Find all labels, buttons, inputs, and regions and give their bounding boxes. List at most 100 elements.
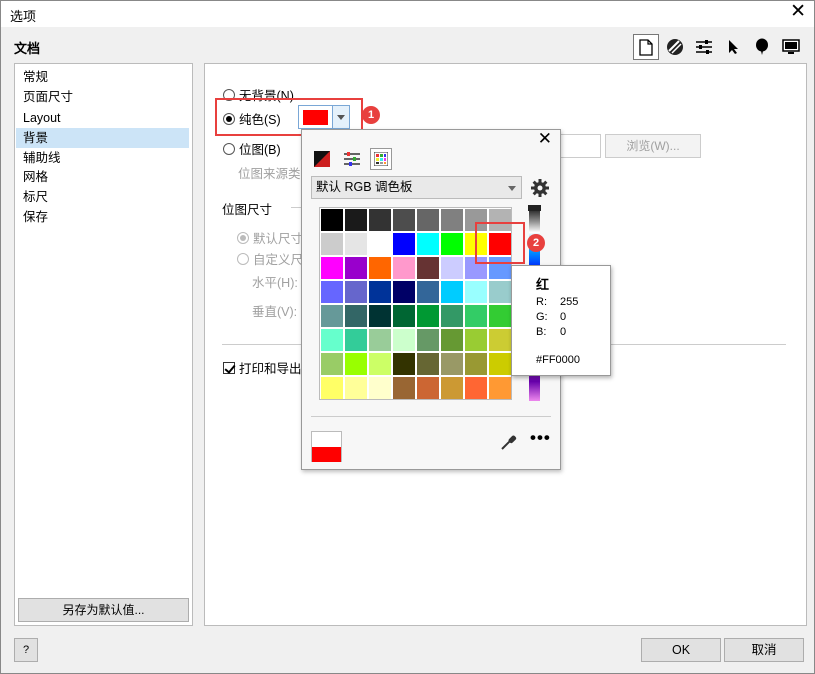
color-swatch[interactable] [489,281,511,303]
color-swatch[interactable] [417,281,439,303]
color-swatch[interactable] [441,305,463,327]
pointer-icon[interactable] [720,34,746,60]
color-swatch[interactable] [321,329,343,351]
window-close-icon[interactable]: ✕ [790,2,806,22]
color-swatch[interactable] [441,353,463,375]
color-swatch[interactable] [417,377,439,399]
color-swatch[interactable] [321,305,343,327]
color-swatch[interactable] [369,209,391,231]
sidebar-item-layout[interactable]: Layout [16,108,189,128]
tooltip-b-label: B: [536,326,547,338]
color-swatch[interactable] [393,329,415,351]
color-swatch[interactable] [345,281,367,303]
sliders-icon[interactable] [691,34,717,60]
color-swatch[interactable] [345,209,367,231]
color-swatch[interactable] [417,233,439,255]
sidebar-item-grid[interactable]: 网格 [16,167,189,187]
sidebar-item-page-size[interactable]: 页面尺寸 [16,87,189,107]
document-icon[interactable] [633,34,659,60]
bitmap-label: 位图(B) [239,143,281,157]
color-swatch[interactable] [465,281,487,303]
globe-icon[interactable] [662,34,688,60]
color-swatch[interactable] [369,233,391,255]
color-swatch[interactable] [465,377,487,399]
color-swatch[interactable] [369,377,391,399]
color-swatch[interactable] [345,377,367,399]
palette-select[interactable]: 默认 RGB 调色板 [311,176,522,199]
color-swatch[interactable] [345,233,367,255]
color-swatch[interactable] [345,329,367,351]
bitmap-path-field [557,134,601,158]
color-swatch[interactable] [321,353,343,375]
color-swatch[interactable] [417,209,439,231]
color-swatch[interactable] [393,305,415,327]
ok-button[interactable]: OK [641,638,721,662]
color-swatch[interactable] [345,353,367,375]
color-swatch[interactable] [489,353,511,375]
sidebar-item-save[interactable]: 保存 [16,207,189,227]
save-as-default-button[interactable]: 另存为默认值... [18,598,189,622]
cancel-button[interactable]: 取消 [724,638,804,662]
color-swatch[interactable] [369,281,391,303]
color-palette-tab-icon[interactable] [370,148,392,170]
color-swatch[interactable] [369,329,391,351]
sidebar-item-guidelines[interactable]: 辅助线 [16,148,189,168]
color-swatch[interactable] [321,281,343,303]
bitmap-option[interactable]: 位图(B) [223,139,281,158]
default-size-option: 默认尺寸 [237,228,303,247]
color-swatch[interactable] [369,353,391,375]
color-swatch[interactable] [441,209,463,231]
color-swatch[interactable] [369,257,391,279]
bitmap-radio[interactable] [223,142,235,155]
color-swatch[interactable] [321,209,343,231]
section-divider-right [611,344,786,345]
tooltip-g-value: 0 [560,311,567,323]
color-swatch[interactable] [321,257,343,279]
color-swatch[interactable] [393,233,415,255]
color-sliders-tab-icon[interactable] [341,148,363,170]
print-export-option[interactable]: 打印和导出 [223,358,302,377]
color-swatch[interactable] [345,257,367,279]
color-swatch[interactable] [441,377,463,399]
sidebar-item-rulers[interactable]: 标尺 [16,187,189,207]
color-model-tab-icon[interactable] [311,148,333,170]
color-swatch[interactable] [489,377,511,399]
color-swatch[interactable] [417,305,439,327]
eyedropper-icon[interactable] [500,433,518,451]
sidebar-item-general[interactable]: 常规 [16,67,189,87]
color-tooltip: 红 R: 255 G: 0 B: 0 #FF0000 [511,265,611,376]
monitor-icon[interactable] [778,34,804,60]
color-swatch[interactable] [441,257,463,279]
browse-button[interactable]: 浏览(W)... [605,134,701,158]
color-swatch[interactable] [489,305,511,327]
color-swatch[interactable] [321,233,343,255]
color-swatch[interactable] [321,377,343,399]
color-swatch[interactable] [393,257,415,279]
color-swatch[interactable] [465,305,487,327]
horizontal-label: 水平(H): [252,276,298,290]
color-preview [311,431,342,462]
help-button[interactable]: ? [14,638,38,662]
color-swatch[interactable] [417,329,439,351]
color-swatch[interactable] [489,329,511,351]
color-swatch[interactable] [417,257,439,279]
more-options-icon[interactable]: ••• [530,429,551,446]
color-swatch[interactable] [417,353,439,375]
color-swatch[interactable] [393,281,415,303]
gear-icon[interactable] [530,178,550,198]
color-swatch[interactable] [441,281,463,303]
color-swatch[interactable] [393,353,415,375]
color-swatch[interactable] [441,233,463,255]
balloon-icon[interactable] [749,34,775,60]
color-swatch[interactable] [369,305,391,327]
color-swatch[interactable] [345,305,367,327]
color-swatch[interactable] [441,329,463,351]
section-title: 文档 [14,41,41,56]
popup-close-icon[interactable]: ✕ [538,129,552,149]
color-swatch[interactable] [393,209,415,231]
color-swatch[interactable] [465,353,487,375]
color-swatch[interactable] [465,329,487,351]
sidebar-item-background[interactable]: 背景 [16,128,189,148]
print-export-checkbox[interactable] [223,361,235,374]
color-swatch[interactable] [393,377,415,399]
